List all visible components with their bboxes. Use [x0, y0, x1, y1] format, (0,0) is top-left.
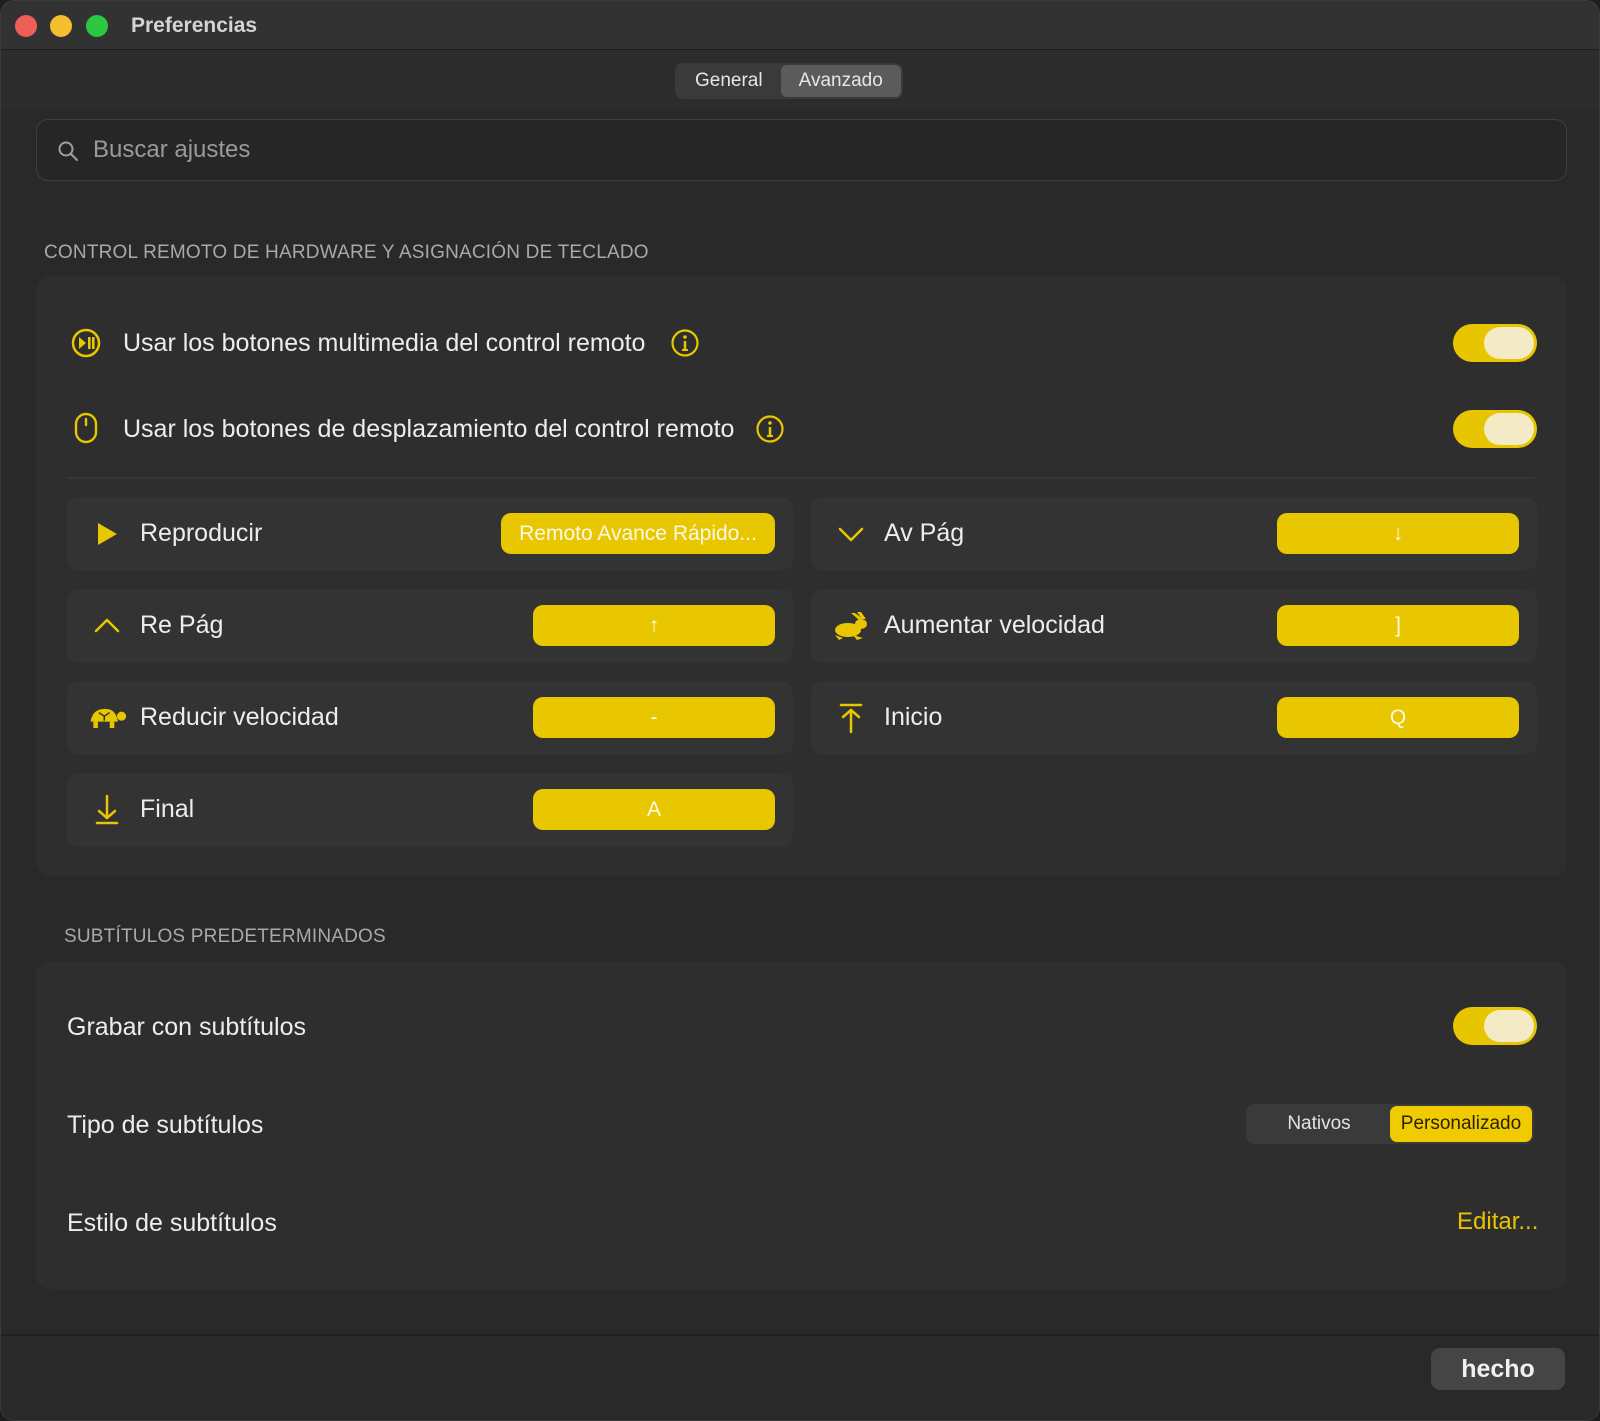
key-assignment-button[interactable]: Remoto Avance Rápido... — [501, 513, 775, 554]
section-heading-subtitles: SUBTÍTULOS PREDETERMINADOS — [64, 926, 386, 947]
mapping-page-down: Av Pág ↓ — [811, 497, 1537, 571]
toggle-label-scroll-buttons: Usar los botones de desplazamiento del c… — [123, 415, 735, 443]
preferences-window: Preferencias General Avanzado CONTROL RE… — [0, 0, 1600, 1421]
chevron-down-icon — [831, 514, 871, 554]
toggle-knob — [1484, 327, 1534, 359]
search-input[interactable] — [93, 120, 1533, 180]
tab-switcher: General Avanzado — [675, 63, 903, 99]
mouse-icon — [74, 412, 98, 444]
chevron-up-icon — [87, 606, 127, 646]
close-window-button[interactable] — [15, 15, 37, 37]
arrow-down-to-line-icon — [87, 790, 127, 830]
key-assignment-button[interactable]: ] — [1277, 605, 1519, 646]
play-icon — [87, 514, 127, 554]
minimize-window-button[interactable] — [50, 15, 72, 37]
subtitle-style-label: Estilo de subtítulos — [67, 1209, 277, 1237]
tortoise-icon — [87, 698, 127, 738]
key-assignment-button[interactable]: ↑ — [533, 605, 775, 646]
toggle-knob — [1484, 1010, 1534, 1042]
title-bar: Preferencias — [1, 1, 1599, 50]
info-icon[interactable] — [755, 414, 785, 444]
mapping-home: Inicio Q — [811, 681, 1537, 755]
mapping-label: Aumentar velocidad — [884, 611, 1105, 639]
media-buttons-toggle[interactable] — [1453, 324, 1537, 362]
window-title: Preferencias — [131, 14, 258, 37]
footer-divider — [1, 1334, 1599, 1336]
record-subtitles-toggle[interactable] — [1453, 1007, 1537, 1045]
subtitle-type-custom[interactable]: Personalizado — [1390, 1106, 1532, 1142]
section-heading-remote: CONTROL REMOTO DE HARDWARE Y ASIGNACIÓN … — [44, 242, 649, 263]
record-subtitles-label: Grabar con subtítulos — [67, 1013, 307, 1041]
mapping-speed-up: Aumentar velocidad ] — [811, 589, 1537, 663]
toggle-label-media-buttons: Usar los botones multimedia del control … — [123, 329, 646, 357]
mapping-end: Final A — [67, 773, 793, 847]
scroll-buttons-toggle[interactable] — [1453, 410, 1537, 448]
mapping-label: Av Pág — [884, 519, 965, 547]
mapping-label: Final — [140, 795, 195, 823]
zoom-window-button[interactable] — [86, 15, 108, 37]
mapping-speed-down: Reducir velocidad - — [67, 681, 793, 755]
key-assignment-button[interactable]: A — [533, 789, 775, 830]
key-assignment-button[interactable]: - — [533, 697, 775, 738]
done-button[interactable]: hecho — [1431, 1348, 1565, 1390]
toggle-knob — [1484, 413, 1534, 445]
edit-subtitle-style-link[interactable]: Editar... — [1457, 1208, 1538, 1236]
mapping-play: Reproducir Remoto Avance Rápido... — [67, 497, 793, 571]
play-pause-circle-icon — [71, 328, 101, 358]
subtitle-type-native[interactable]: Nativos — [1248, 1106, 1390, 1142]
key-assignment-button[interactable]: ↓ — [1277, 513, 1519, 554]
subtitle-type-label: Tipo de subtítulos — [67, 1111, 264, 1139]
subtitle-type-selector: Nativos Personalizado — [1246, 1104, 1534, 1144]
tab-avanzado[interactable]: Avanzado — [780, 65, 901, 97]
mapping-label: Re Pág — [140, 611, 224, 639]
arrow-up-to-line-icon — [831, 698, 871, 738]
mapping-label: Inicio — [884, 703, 943, 731]
mapping-label: Reducir velocidad — [140, 703, 339, 731]
key-assignment-button[interactable]: Q — [1277, 697, 1519, 738]
tab-general[interactable]: General — [677, 65, 781, 97]
search-field — [36, 119, 1567, 181]
info-icon[interactable] — [670, 328, 700, 358]
mapping-page-up: Re Pág ↑ — [67, 589, 793, 663]
search-icon — [58, 141, 78, 161]
hare-icon — [831, 606, 871, 646]
mapping-label: Reproducir — [140, 519, 263, 547]
divider — [67, 477, 1535, 479]
